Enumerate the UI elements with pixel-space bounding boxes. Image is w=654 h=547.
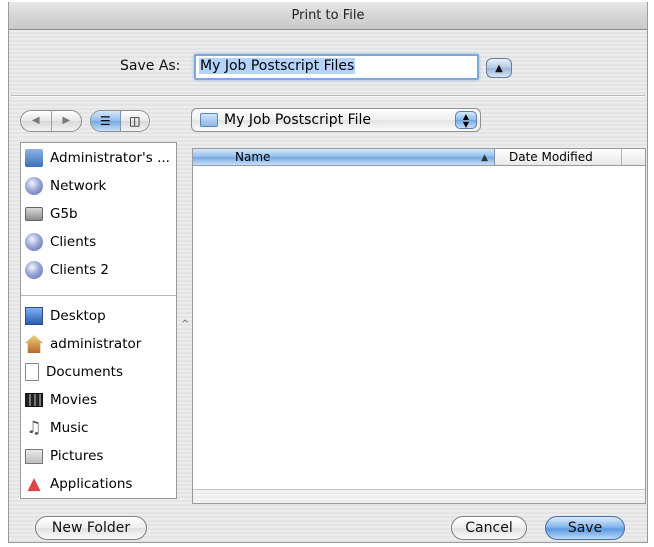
save-button[interactable]: Save: [545, 516, 625, 540]
sidebar-item-label: Pictures: [50, 448, 104, 464]
sidebar-item-g5b[interactable]: G5b: [25, 203, 78, 225]
sidebar-item-music[interactable]: ♫ Music: [25, 417, 88, 439]
documents-icon: [25, 363, 39, 381]
sidebar-item-pictures[interactable]: Pictures: [25, 445, 103, 467]
cancel-button[interactable]: Cancel: [451, 516, 527, 540]
sidebar-item-label: Documents: [46, 364, 123, 380]
separator: [11, 95, 645, 97]
sidebar-divider: [21, 295, 176, 296]
music-icon: ♫: [26, 418, 42, 438]
movies-icon: [25, 393, 43, 407]
popup-arrows-icon: ▲ ▼: [455, 111, 477, 129]
server-icon: [25, 233, 43, 251]
pictures-icon: [25, 448, 43, 464]
sidebar-item-label: Movies: [50, 392, 97, 408]
hard-disk-icon: [25, 207, 43, 221]
sidebar-item-label: Clients 2: [50, 262, 109, 278]
back-arrow-icon[interactable]: ◀: [21, 111, 52, 131]
sidebar-item-movies[interactable]: Movies: [25, 389, 97, 411]
sidebar-item-label: Music: [50, 420, 89, 436]
applications-icon: ▲: [27, 474, 41, 494]
sidebar-item-label: Network: [50, 178, 107, 194]
folder-icon: [200, 113, 218, 127]
file-list: Name ▲ Date Modified: [192, 148, 646, 504]
window-title: Print to File: [9, 2, 647, 30]
forward-arrow-icon[interactable]: ▶: [52, 111, 82, 131]
sidebar-item-label: Applications: [50, 476, 133, 492]
home-icon: [25, 335, 43, 353]
list-view-icon[interactable]: ☰: [91, 111, 121, 131]
computer-icon: [25, 149, 43, 167]
sidebar-item-administrator[interactable]: administrator: [25, 333, 141, 355]
sidebar-item-network[interactable]: Network: [25, 175, 106, 197]
column-view-icon[interactable]: ◫: [120, 111, 149, 131]
new-folder-button[interactable]: New Folder: [35, 516, 147, 540]
sidebar-item-clients-2[interactable]: Clients 2: [25, 259, 109, 281]
view-mode-control: ☰ ◫: [90, 110, 150, 132]
column-header-spacer: [622, 149, 645, 166]
sidebar-item-label: G5b: [50, 206, 78, 222]
desktop-icon: [25, 307, 43, 325]
column-header-name[interactable]: Name ▲: [193, 149, 495, 166]
server-icon: [25, 261, 43, 279]
sort-ascending-icon: ▲: [481, 153, 488, 163]
back-forward-control: ◀ ▶: [20, 110, 82, 132]
horizontal-scrollbar[interactable]: [193, 489, 645, 503]
location-label: My Job Postscript File: [224, 112, 372, 128]
save-as-field[interactable]: My Job Postscript Files: [194, 54, 479, 80]
sidebar: Administrator's ... Network G5b Clients …: [20, 142, 177, 499]
sidebar-item-label: Clients: [50, 234, 97, 250]
save-as-value: My Job Postscript Files: [199, 58, 356, 74]
sidebar-scroll-indicator-icon[interactable]: ^: [181, 319, 189, 330]
expand-dialog-button[interactable]: ▲: [486, 58, 512, 78]
sidebar-item-clients[interactable]: Clients: [25, 231, 96, 253]
column-header-label: Date Modified: [509, 150, 593, 164]
save-as-label: Save As:: [120, 58, 181, 74]
sidebar-item-label: Administrator's ...: [50, 150, 170, 166]
print-to-file-dialog: Print to File Save As: My Job Postscript…: [8, 2, 648, 543]
globe-icon: [25, 177, 43, 195]
triangle-up-icon: ▲: [495, 63, 503, 74]
sidebar-item-documents[interactable]: Documents: [25, 361, 123, 383]
sidebar-item-computer[interactable]: Administrator's ...: [25, 147, 170, 169]
column-header-date-modified[interactable]: Date Modified: [495, 149, 622, 166]
sidebar-item-desktop[interactable]: Desktop: [25, 305, 106, 327]
sidebar-item-applications[interactable]: ▲ Applications: [25, 473, 132, 495]
sidebar-item-label: administrator: [50, 336, 142, 352]
column-header-label: Name: [235, 150, 271, 164]
location-popup[interactable]: My Job Postscript File ▲ ▼: [191, 108, 481, 132]
sidebar-item-label: Desktop: [50, 308, 106, 324]
